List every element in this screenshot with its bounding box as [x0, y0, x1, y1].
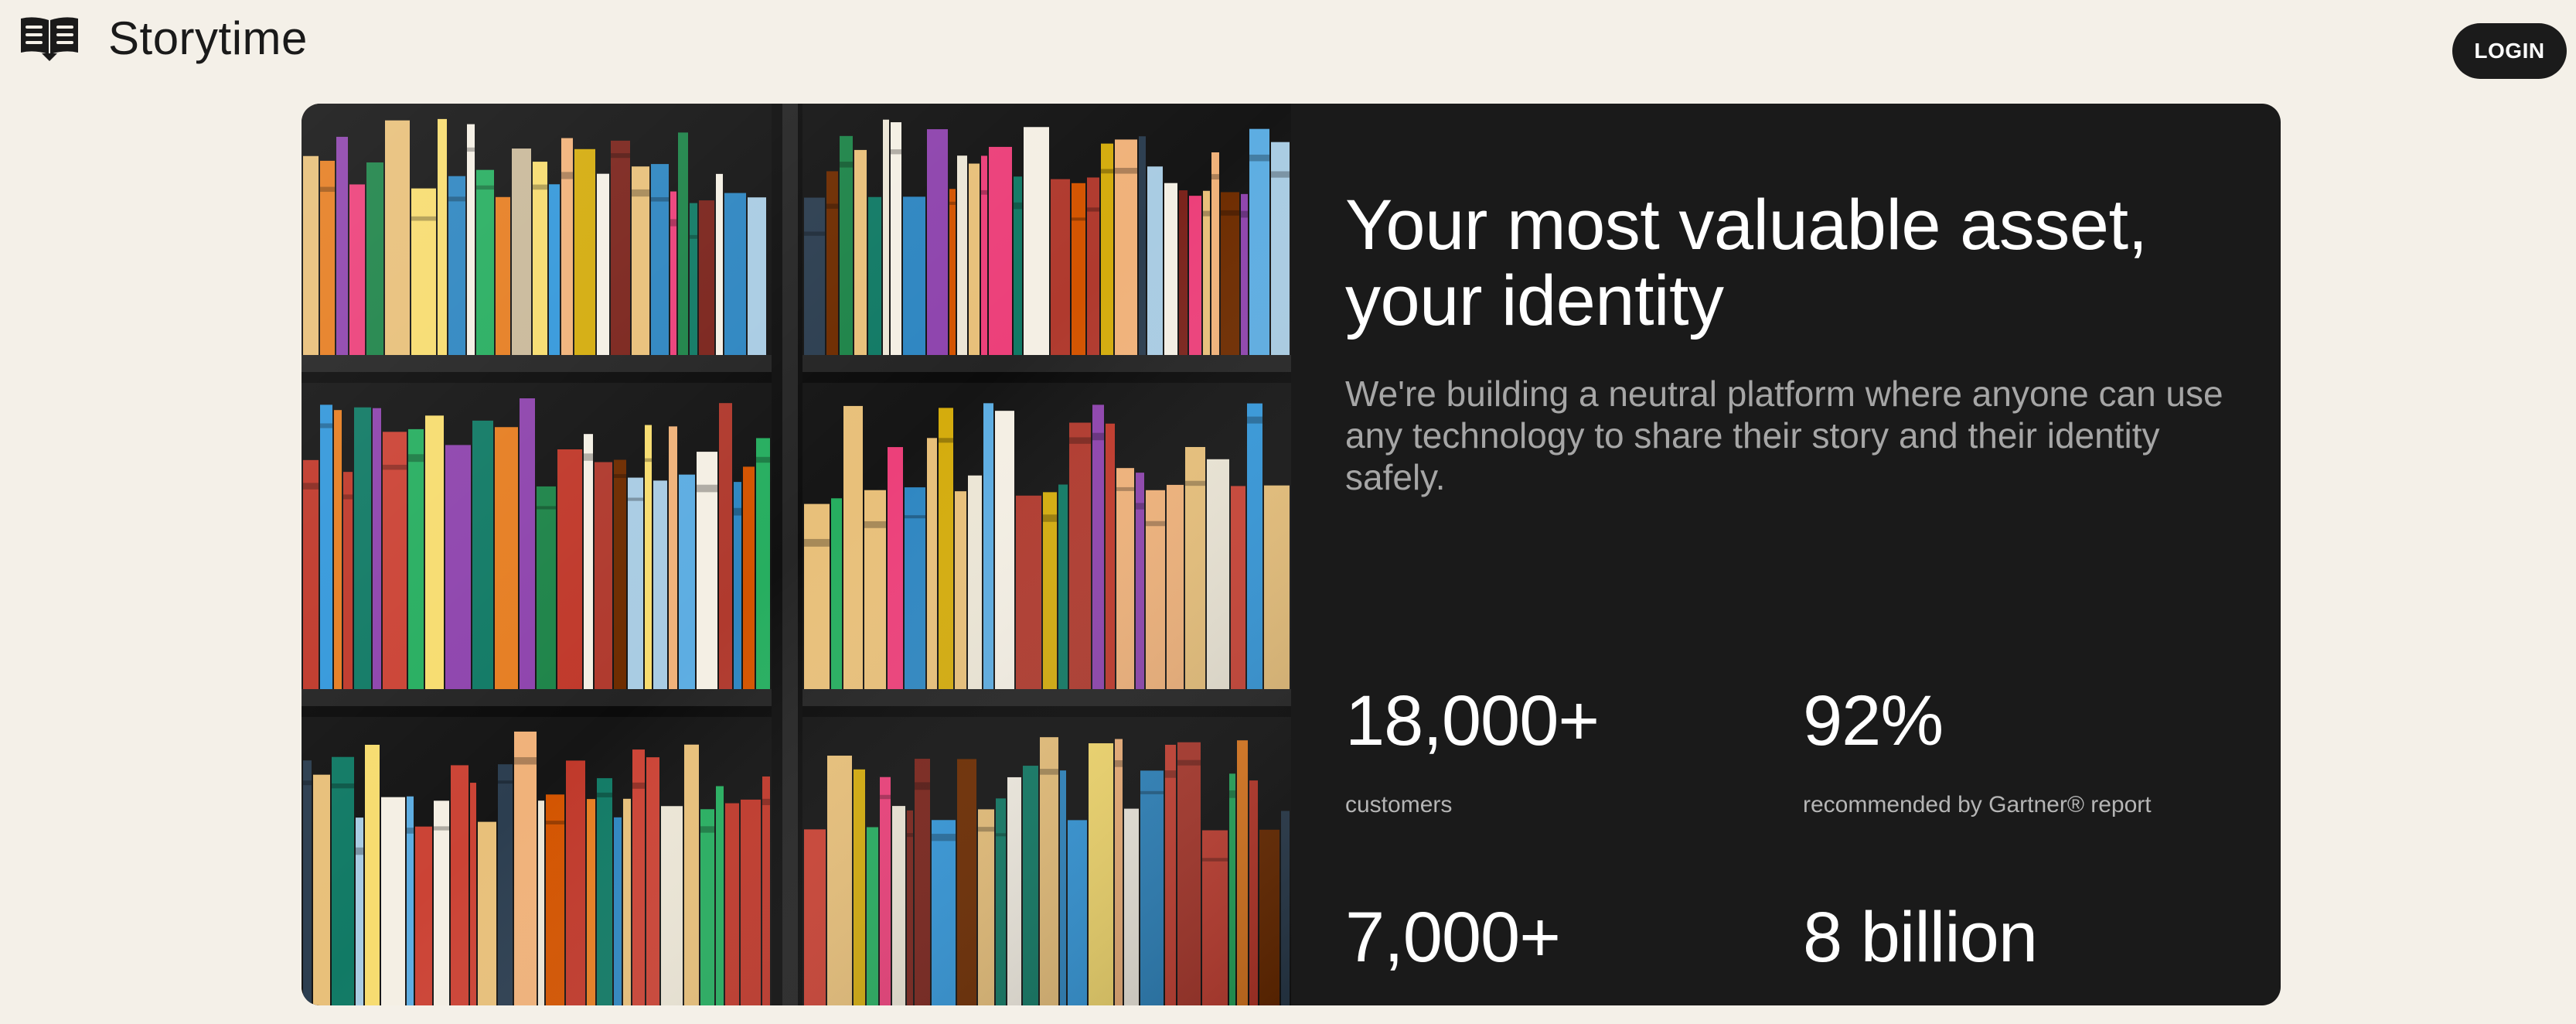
bookshelf-image: [302, 104, 1291, 1005]
stat-label: customers: [1345, 792, 1453, 817]
stat-customers: 18,000+ customers: [1345, 684, 1747, 818]
login-button[interactable]: LOGIN: [2452, 23, 2567, 79]
stat-recommended: 92% recommended by Gartner® report: [1803, 684, 2205, 818]
stats-grid: 18,000+ customers 92% recommended by Gar…: [1345, 684, 2242, 1005]
hero-card: Your most valuable asset, your identity …: [302, 104, 2281, 1005]
stat-logins: 8 billion logins: [1803, 900, 2205, 1005]
brand[interactable]: Storytime: [19, 14, 308, 63]
stat-value: 18,000+: [1345, 681, 1600, 760]
hero-text: Your most valuable asset, your identity …: [1345, 187, 2242, 498]
stat-label: recommended by Gartner® report: [1803, 792, 2152, 817]
brand-name: Storytime: [108, 12, 308, 64]
hero-title: Your most valuable asset, your identity: [1345, 187, 2242, 339]
hero-title-line2: your identity: [1345, 261, 1724, 340]
stat-value: 8 billion: [1803, 898, 2038, 977]
hero-subtitle: We're building a neutral platform where …: [1345, 374, 2223, 497]
stat-integrations: 7,000+ integrations: [1345, 900, 1747, 1005]
stat-value: 7,000+: [1345, 898, 1561, 977]
hero-title-line1: Your most valuable asset,: [1345, 186, 2148, 265]
stat-value: 92%: [1803, 681, 1944, 760]
open-book-icon: [21, 17, 78, 61]
